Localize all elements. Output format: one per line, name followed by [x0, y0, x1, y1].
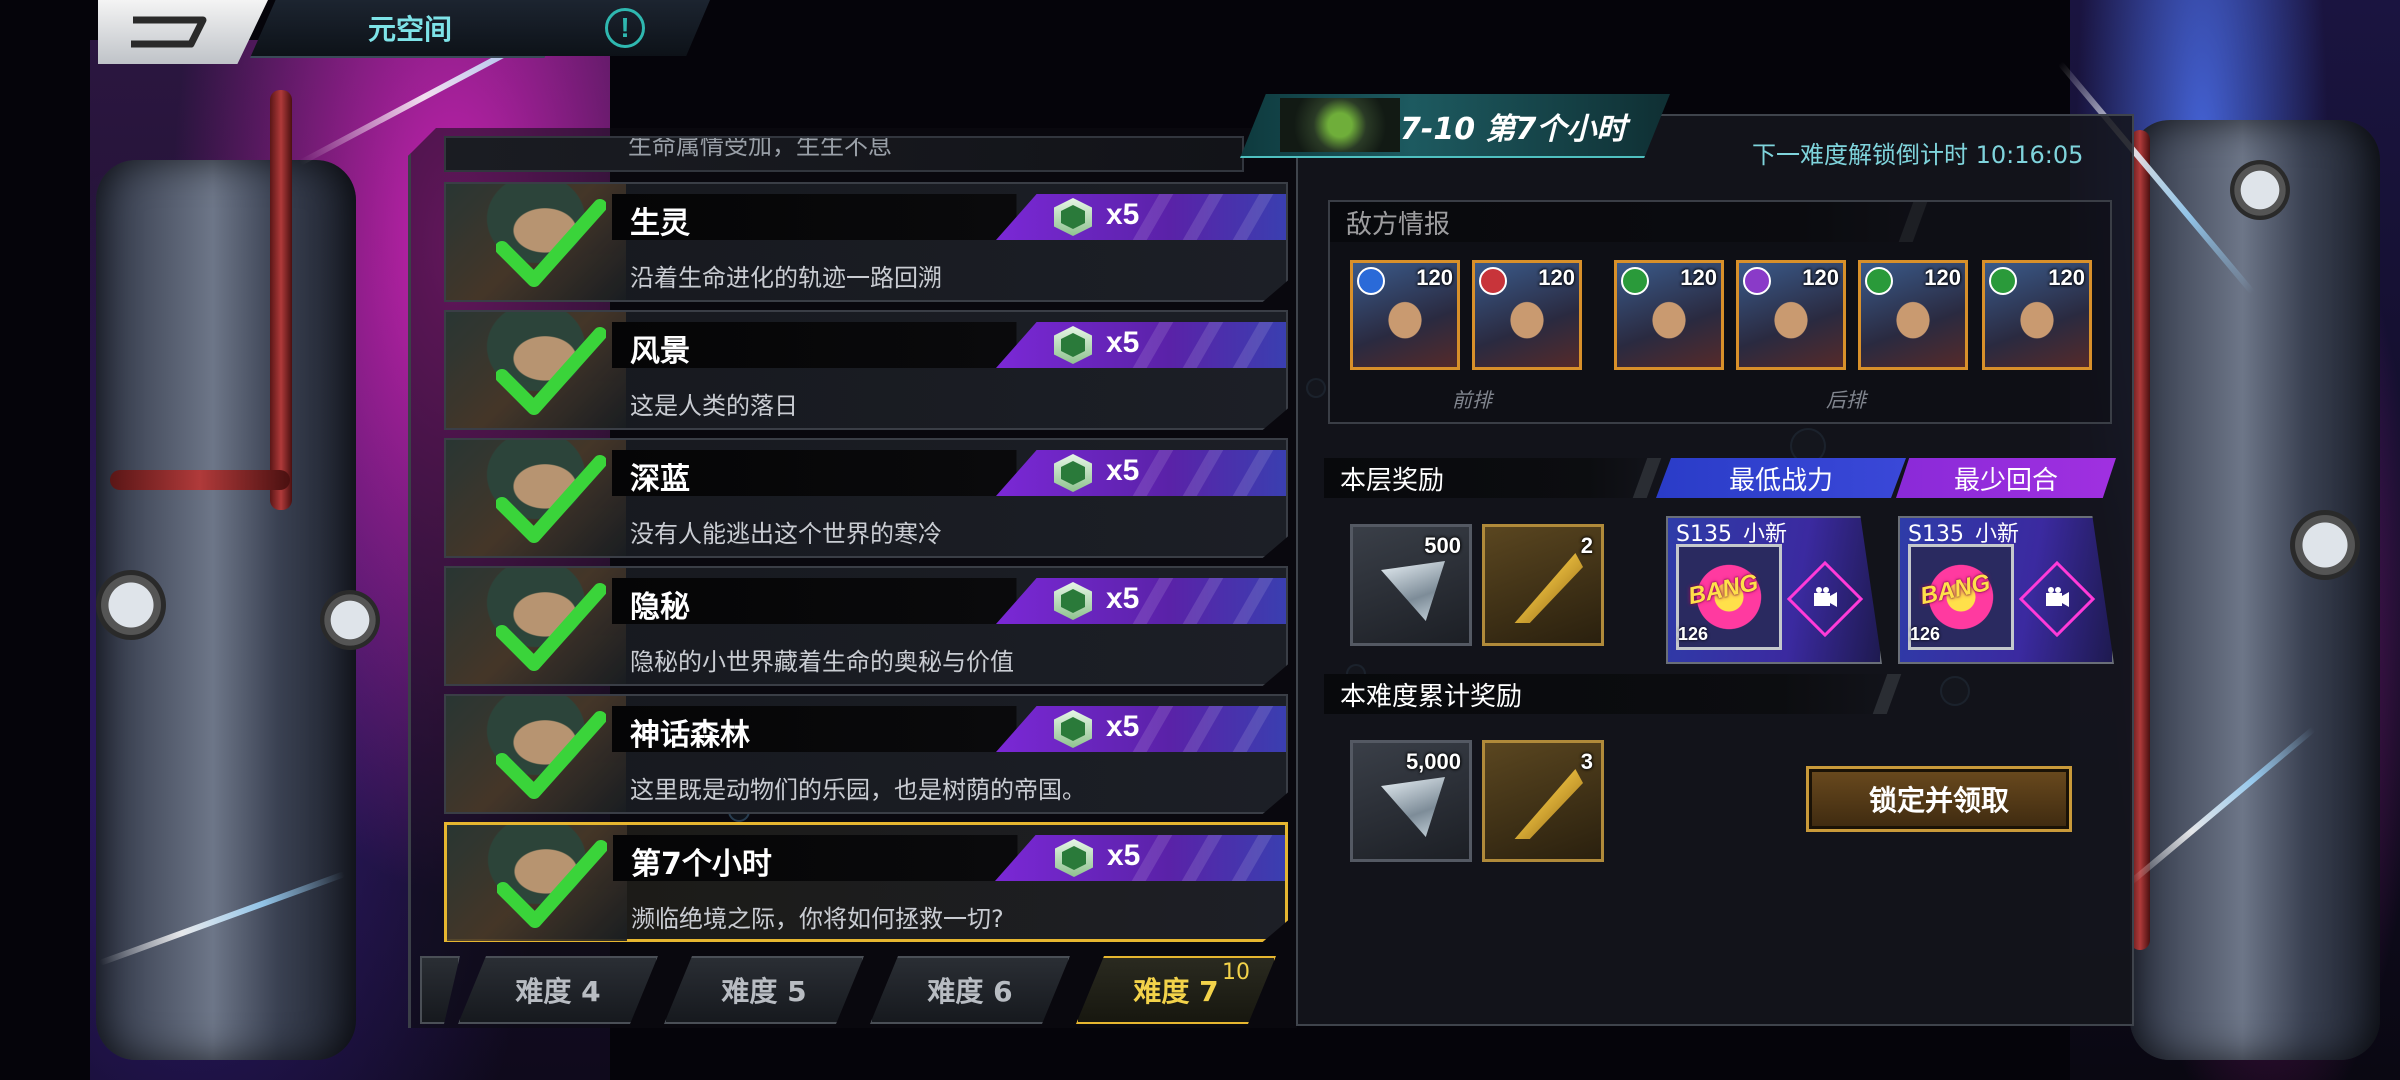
- element-icon: [1989, 267, 2017, 295]
- enemy-level: 120: [2048, 265, 2085, 290]
- stage-desc: 沿着生命进化的轨迹一路回溯: [630, 264, 942, 292]
- cumulative-item-feather[interactable]: 3: [1482, 740, 1604, 862]
- enemy-portrait[interactable]: 120: [1982, 260, 2092, 370]
- stage-desc: 这是人类的落日: [630, 392, 798, 420]
- reward-bar: [996, 194, 1286, 240]
- stage-desc: 这里既是动物们的乐园，也是树荫的帝国。: [630, 776, 1086, 804]
- stage-list-item[interactable]: 风景这是人类的落日 x5: [444, 310, 1288, 430]
- reward-multiplier: x5: [1106, 454, 1140, 487]
- stage-thumbnail: [1280, 98, 1400, 152]
- pressure-gauge: [320, 590, 380, 650]
- element-icon: [1479, 267, 1507, 295]
- crystal-icon: [1381, 561, 1445, 621]
- stage-name: 第7个小时: [631, 847, 772, 882]
- stage-name: 隐秘: [630, 590, 690, 625]
- enemy-portrait[interactable]: 120: [1350, 260, 1460, 370]
- stage-list-item-partial[interactable]: 生命属情受加，生生不息: [444, 136, 1244, 172]
- reward-item-feather[interactable]: 2: [1482, 524, 1604, 646]
- min-power-record[interactable]: S135_小新 BANG 126: [1666, 516, 1882, 664]
- difficulty-tab[interactable]: 难度 6: [870, 956, 1070, 1024]
- element-icon: [1357, 267, 1385, 295]
- replay-camera-icon[interactable]: [2018, 560, 2096, 638]
- stage-desc: 没有人能逃出这个世界的寒冷: [630, 520, 942, 548]
- element-icon: [1865, 267, 1893, 295]
- enemy-portrait[interactable]: 120: [1472, 260, 1582, 370]
- info-button[interactable]: !: [540, 0, 710, 56]
- min-rounds-tab[interactable]: 最少回合: [1896, 458, 2116, 498]
- floor-reward-header: 本层奖励: [1324, 458, 1662, 498]
- enemy-portrait[interactable]: 120: [1858, 260, 1968, 370]
- stage-list-item[interactable]: 隐秘隐秘的小世界藏着生命的奥秘与价值 x5: [444, 566, 1288, 686]
- gold-feather-icon: [1514, 769, 1583, 839]
- stage-name: 神话森林: [630, 718, 750, 753]
- steampunk-machine-right: [2130, 120, 2380, 1060]
- cumulative-item-crystal[interactable]: 5,000: [1350, 740, 1472, 862]
- unlock-countdown: 下一难度解锁倒计时 10:16:05: [1752, 141, 2084, 169]
- check-icon: [496, 455, 606, 543]
- replay-camera-icon[interactable]: [1786, 560, 1864, 638]
- check-icon: [496, 327, 606, 415]
- min-power-tab[interactable]: 最低战力: [1656, 458, 1906, 498]
- enemy-portrait[interactable]: 120: [1736, 260, 1846, 370]
- reward-multiplier: x5: [1106, 326, 1140, 359]
- info-icon: !: [605, 8, 645, 48]
- lock-and-claim-button[interactable]: 锁定并领取: [1806, 766, 2072, 832]
- stage-title: 7-10 第7个小时: [1400, 112, 1627, 147]
- stage-list-item[interactable]: 深蓝没有人能逃出这个世界的寒冷 x5: [444, 438, 1288, 558]
- back-arrow-icon: [131, 16, 207, 48]
- reward-multiplier: x5: [1106, 198, 1140, 231]
- stage-name: 风景: [630, 334, 690, 369]
- stage-name: 生灵: [630, 206, 690, 241]
- pressure-gauge: [2290, 510, 2360, 580]
- reward-multiplier: x5: [1106, 582, 1140, 615]
- reward-multiplier: x5: [1107, 839, 1141, 872]
- enemy-level: 120: [1416, 265, 1453, 290]
- difficulty-tab[interactable]: 难度 4: [458, 956, 658, 1024]
- stage-name: 深蓝: [630, 462, 690, 497]
- stage-desc: 隐秘的小世界藏着生命的奥秘与价值: [630, 648, 1014, 676]
- min-rounds-record[interactable]: S135_小新 BANG 126: [1898, 516, 2114, 664]
- stage-list-item[interactable]: 生灵沿着生命进化的轨迹一路回溯 x5: [444, 182, 1288, 302]
- enemy-level: 120: [1802, 265, 1839, 290]
- difficulty-progress-count: 10: [1222, 960, 1250, 985]
- stage-list-item[interactable]: 神话森林这里既是动物们的乐园，也是树荫的帝国。 x5: [444, 694, 1288, 814]
- reward-bar: [996, 706, 1286, 752]
- page-title: 元空间: [250, 0, 570, 58]
- check-icon: [496, 711, 606, 799]
- front-row-label: 前排: [1452, 388, 1492, 412]
- difficulty-tab[interactable]: 难度 5: [664, 956, 864, 1024]
- reward-multiplier: x5: [1106, 710, 1140, 743]
- enemy-level: 120: [1538, 265, 1575, 290]
- enemy-level: 120: [1680, 265, 1717, 290]
- reward-bar: [996, 578, 1286, 624]
- enemy-level: 120: [1924, 265, 1961, 290]
- reward-bar: [996, 450, 1286, 496]
- stage-desc: 濒临绝境之际，你将如何拯救一切?: [631, 905, 1004, 933]
- reward-bar: [996, 322, 1286, 368]
- crystal-icon: [1381, 777, 1445, 837]
- stage-list-item[interactable]: 第7个小时濒临绝境之际，你将如何拯救一切? x5: [444, 822, 1288, 942]
- check-icon: [497, 840, 607, 928]
- pressure-gauge: [2230, 160, 2290, 220]
- gold-feather-icon: [1514, 553, 1583, 623]
- back-row-label: 后排: [1826, 388, 1866, 412]
- element-icon: [1621, 267, 1649, 295]
- check-icon: [496, 583, 606, 671]
- enemy-portrait[interactable]: 120: [1614, 260, 1724, 370]
- element-icon: [1743, 267, 1771, 295]
- difficulty-tab[interactable]: 难度 7 10: [1076, 956, 1276, 1024]
- pressure-gauge: [96, 570, 166, 640]
- cumulative-reward-header: 本难度累计奖励: [1324, 674, 1902, 714]
- reward-item-crystal[interactable]: 500: [1350, 524, 1472, 646]
- check-icon: [496, 199, 606, 287]
